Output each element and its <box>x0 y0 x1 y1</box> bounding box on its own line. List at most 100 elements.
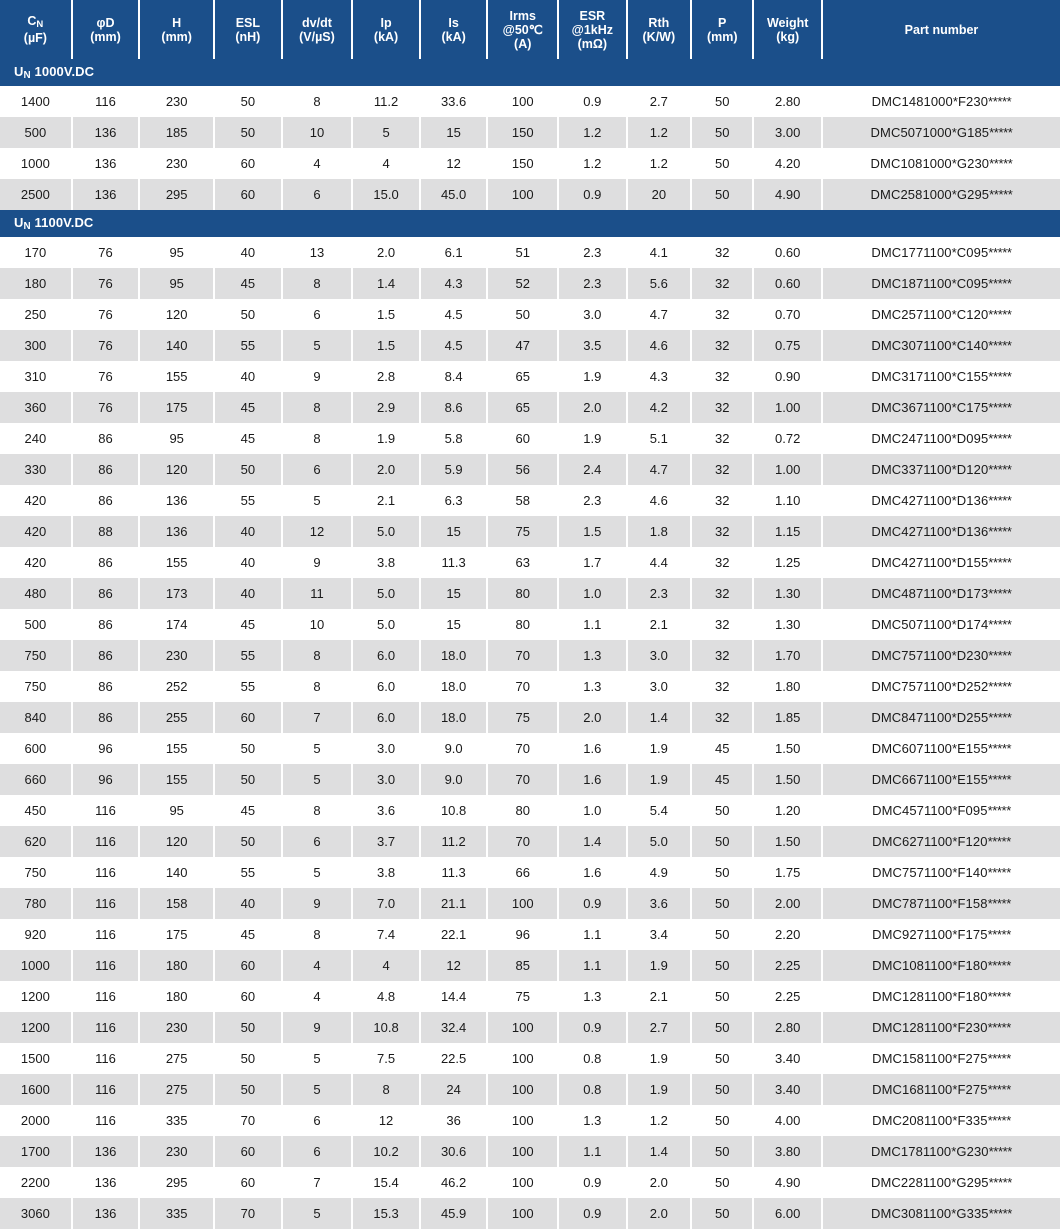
part-number-wildcards: ***** <box>988 276 1012 291</box>
cell-partnumber: DMC2571100*C120***** <box>822 299 1060 330</box>
cell-cn: 180 <box>0 268 73 299</box>
cell-esr: 1.9 <box>559 423 628 454</box>
table-row: 1200 116 180 60 4 4.8 14.4 75 1.3 2.1 50 2.25 DMC128… <box>0 981 1060 1012</box>
cell-esr: 1.0 <box>559 795 628 826</box>
cell-dvdt: 5 <box>282 330 354 361</box>
cell-weight: 4.90 <box>754 179 823 210</box>
cell-rth: 2.1 <box>627 609 693 640</box>
cell-irms: 100 <box>488 1012 560 1043</box>
cell-dvdt: 5 <box>282 857 354 888</box>
cell-esl: 45 <box>215 423 283 454</box>
part-number-wildcards: ***** <box>988 648 1012 663</box>
cell-cn: 480 <box>0 578 73 609</box>
cell-partnumber: DMC6271100*F120***** <box>822 826 1060 857</box>
cell-rth: 2.7 <box>627 86 693 117</box>
cell-cn: 2500 <box>0 179 73 210</box>
cell-phid: 86 <box>72 547 141 578</box>
cell-esr: 0.9 <box>559 1012 628 1043</box>
cell-p: 50 <box>692 1074 755 1105</box>
cell-esr: 1.1 <box>559 1136 628 1167</box>
cell-esl: 40 <box>215 888 283 919</box>
part-number-wildcards: ***** <box>988 617 1012 632</box>
cell-esr: 2.0 <box>559 392 628 423</box>
cell-esl: 45 <box>215 268 283 299</box>
header-line-2: (mm) <box>90 29 121 44</box>
part-number-wildcards: ***** <box>988 245 1012 260</box>
cell-is: 6.3 <box>420 485 489 516</box>
part-number-wildcards: ***** <box>988 94 1012 109</box>
cell-h: 180 <box>140 981 216 1012</box>
cell-is: 10.8 <box>420 795 489 826</box>
cell-is: 5.8 <box>420 423 489 454</box>
cell-phid: 136 <box>72 1167 141 1198</box>
cell-ip: 7.0 <box>353 888 421 919</box>
header-line-1: P <box>718 15 727 30</box>
part-number-wildcards: ***** <box>987 989 1012 1004</box>
table-row: 920 116 175 45 8 7.4 22.1 96 1.1 3.4 50 2.20 DMC9271… <box>0 919 1060 950</box>
cell-p: 50 <box>692 179 755 210</box>
cell-p: 32 <box>692 547 755 578</box>
cell-cn: 420 <box>0 547 73 578</box>
cell-h: 136 <box>140 485 216 516</box>
cell-weight: 0.72 <box>754 423 823 454</box>
table-row: 780 116 158 40 9 7.0 21.1 100 0.9 3.6 50 2.00 DMC787… <box>0 888 1060 919</box>
cell-dvdt: 6 <box>282 454 354 485</box>
cell-irms: 100 <box>488 888 560 919</box>
cell-rth: 4.7 <box>627 454 693 485</box>
table-row: 250 76 120 50 6 1.5 4.5 50 3.0 4.7 32 0.70 DMC257110… <box>0 299 1060 330</box>
cell-h: 158 <box>140 888 216 919</box>
cell-ip: 2.0 <box>353 237 421 268</box>
cell-ip: 5.0 <box>353 609 421 640</box>
header-line-1: Ip <box>380 15 392 30</box>
cell-h: 230 <box>140 148 216 179</box>
cell-irms: 85 <box>488 950 560 981</box>
cell-rth: 1.9 <box>627 764 693 795</box>
cell-p: 32 <box>692 299 755 330</box>
cell-cn: 750 <box>0 640 73 671</box>
cell-is: 45.0 <box>420 179 489 210</box>
table-body: UN 1000V.DC 1400 116 230 50 8 11.2 33.6 100 0.9 2.… <box>0 59 1060 1229</box>
cell-is: 15 <box>420 117 489 148</box>
cell-phid: 76 <box>72 361 141 392</box>
part-number-wildcards: ***** <box>989 156 1013 171</box>
cell-rth: 3.6 <box>627 888 693 919</box>
column-header-p: P (mm) <box>692 0 755 59</box>
cell-ip: 3.8 <box>353 547 421 578</box>
header-line-2: (mm) <box>706 29 738 44</box>
cell-weight: 2.20 <box>754 919 823 950</box>
cell-cn: 1700 <box>0 1136 73 1167</box>
cell-p: 32 <box>692 609 755 640</box>
cell-esl: 55 <box>215 330 283 361</box>
cell-irms: 80 <box>488 795 560 826</box>
cell-irms: 75 <box>488 981 560 1012</box>
specification-table: CN (µF) φD (mm) H (mm) ESL (nH) dv/dt (V/µS) Ip (kA… <box>0 0 1060 1229</box>
cell-irms: 58 <box>488 485 560 516</box>
header-line-3: (A) <box>514 36 532 51</box>
cell-dvdt: 10 <box>282 609 354 640</box>
cell-p: 50 <box>692 86 755 117</box>
cell-weight: 4.90 <box>754 1167 823 1198</box>
cell-irms: 52 <box>488 268 560 299</box>
cell-is: 12 <box>420 148 489 179</box>
cell-partnumber: DMC7571100*F140***** <box>822 857 1060 888</box>
cell-p: 50 <box>692 888 755 919</box>
cell-rth: 2.7 <box>627 1012 693 1043</box>
cell-is: 11.3 <box>420 547 489 578</box>
part-number-wildcards: ***** <box>989 125 1013 140</box>
table-row: 1500 116 275 50 5 7.5 22.5 100 0.8 1.9 50 3.40 DMC15… <box>0 1043 1060 1074</box>
cell-p: 45 <box>692 764 755 795</box>
cell-partnumber: DMC2281100*G295***** <box>822 1167 1060 1198</box>
cell-phid: 116 <box>72 795 141 826</box>
cell-cn: 420 <box>0 516 73 547</box>
cell-irms: 100 <box>488 179 560 210</box>
cell-is: 11.3 <box>420 857 489 888</box>
cell-dvdt: 5 <box>282 764 354 795</box>
cell-rth: 3.0 <box>627 640 693 671</box>
header-line-2: @50℃ <box>502 22 543 37</box>
cell-ip: 6.0 <box>353 640 421 671</box>
cell-weight: 0.70 <box>754 299 823 330</box>
cell-rth: 5.1 <box>627 423 693 454</box>
table-header: CN (µF) φD (mm) H (mm) ESL (nH) dv/dt (V/µS) Ip (kA… <box>0 0 1060 59</box>
cell-h: 140 <box>140 857 216 888</box>
table-row: 600 96 155 50 5 3.0 9.0 70 1.6 1.9 45 1.50 DMC607110… <box>0 733 1060 764</box>
